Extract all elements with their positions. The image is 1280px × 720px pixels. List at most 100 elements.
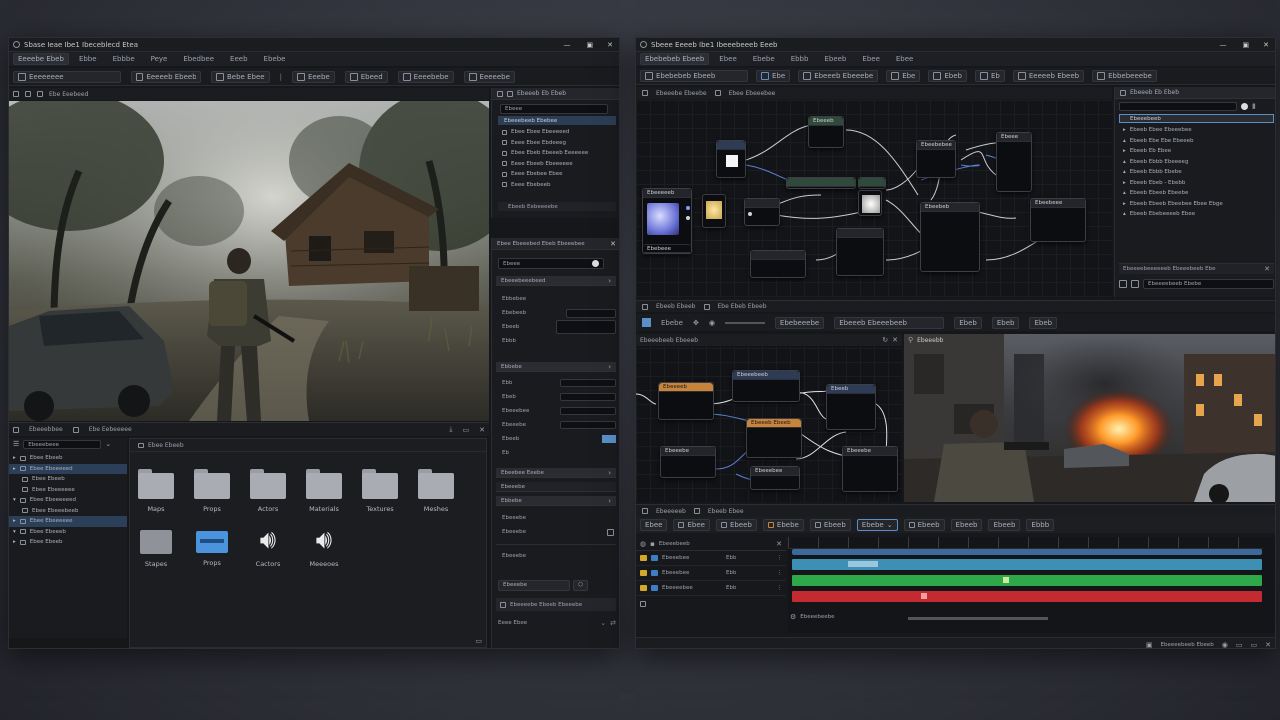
tree-folder[interactable]: ▾ Ebee Ebeeeb: [9, 527, 127, 538]
add-node[interactable]: Ebeebebee: [916, 140, 956, 178]
perspective-icon[interactable]: [25, 91, 31, 97]
asset-path-label[interactable]: Ebee Ebeeb: [148, 442, 184, 449]
seq-tool[interactable]: Ebeeb: [715, 519, 757, 531]
details-settings-icon[interactable]: [592, 260, 599, 267]
menu-item-0[interactable]: Eeeebe Ebeb: [13, 53, 69, 65]
zoom-icon[interactable]: ◉: [709, 319, 715, 327]
close-icon[interactable]: ✕: [1264, 265, 1270, 273]
asset-tile[interactable]: Props: [194, 469, 230, 513]
track-bar-red[interactable]: [792, 591, 1262, 602]
menu-item-2[interactable]: Ebebe: [747, 55, 781, 63]
tree-folder[interactable]: ▸ Ebee Ebeeb: [9, 453, 127, 464]
details-close-icon[interactable]: ✕: [610, 240, 616, 248]
minimize-icon[interactable]: —: [1214, 41, 1233, 49]
track-row[interactable]: Ebeeebee Ebb ⋮: [636, 566, 786, 581]
toolbar-button-3[interactable]: Eeebe: [291, 70, 335, 83]
tree-folder[interactable]: ▸ Ebee Ebeeeeed: [9, 463, 127, 474]
menu-item-2[interactable]: Ebbbe: [107, 55, 141, 63]
track-row[interactable]: Ebeeebee Ebb ⋮: [636, 551, 786, 566]
menu-item-4[interactable]: Ebeeb: [818, 55, 852, 63]
material-graph-canvas[interactable]: Ebeeeeeb Ebebeee Ebeeeb Ebeebebee Ebeee …: [636, 100, 1112, 298]
color-swatch[interactable]: [602, 435, 616, 443]
tree-folder[interactable]: Ebee Ebeeb: [9, 474, 127, 485]
lock-icon[interactable]: [500, 601, 506, 608]
toolbar-button-1[interactable]: Eeeeeb Ebeebd: [131, 70, 201, 83]
outliner-item[interactable]: Eeee Ebee Ebdeeeg: [498, 138, 616, 149]
graph-tab[interactable]: Ebeeebe Ebeebe: [656, 90, 707, 97]
outliner-search-input[interactable]: Ebeee: [500, 104, 608, 114]
seq-tool[interactable]: Ebeeb: [903, 519, 945, 531]
details-browse-button[interactable]: ⬡: [573, 579, 588, 591]
checkbox-icon[interactable]: [1119, 279, 1127, 288]
fresnel-node[interactable]: Ebeebeee: [1030, 198, 1086, 242]
second-toolbar-button[interactable]: Ebebeeebe: [774, 316, 825, 329]
details-field-button[interactable]: Ebeeebe: [498, 579, 570, 591]
asset-tile[interactable]: 🔊︎ Cactors: [250, 527, 286, 569]
close-icon[interactable]: ✕: [1259, 41, 1273, 49]
add-folder-icon[interactable]: ☰: [13, 440, 19, 448]
property-field[interactable]: [560, 393, 616, 401]
tree-folder[interactable]: ▾ Ebee Ebeeeeeed: [9, 495, 127, 506]
second-toolbar-label[interactable]: Ebebe: [661, 319, 683, 327]
chevron-down-icon[interactable]: ⌄: [105, 440, 111, 448]
details-search-input[interactable]: Ebeee: [498, 258, 604, 269]
maximize-icon[interactable]: ▣: [581, 41, 600, 49]
tree-folder[interactable]: ▸ Ebee Ebeeeeee: [9, 516, 127, 527]
dock-icon[interactable]: ▭: [463, 426, 470, 434]
tree-folder[interactable]: Ebee Ebeeebeeb: [9, 506, 127, 517]
graph-tab[interactable]: Ebee Ebeeebee: [729, 90, 776, 97]
spawn-node[interactable]: Ebeeebe: [842, 446, 898, 492]
lit-icon[interactable]: [37, 91, 43, 97]
hierarchy-item[interactable]: ▸ Ebeeb Eb Ebee: [1119, 146, 1274, 157]
tree-folder[interactable]: Ebee Ebeeeeee: [9, 485, 127, 496]
output-icon[interactable]: ▣: [1146, 641, 1153, 649]
outliner-item[interactable]: Eeee Ebeeb Ebeeeeee: [498, 159, 616, 170]
hierarchy-search-input[interactable]: [1119, 101, 1237, 111]
window-icon[interactable]: ▭: [1236, 641, 1243, 649]
sequencer-tab[interactable]: Ebeeeeeb: [656, 508, 686, 515]
sequencer-tab[interactable]: Ebeeb Ebee: [708, 508, 744, 515]
source-icon[interactable]: ◉: [1222, 641, 1228, 649]
view-options-icon[interactable]: ▭: [475, 637, 482, 645]
second-toolbar-button[interactable]: Ebeb: [954, 316, 982, 329]
close-icon[interactable]: ✕: [776, 540, 782, 548]
blueprint-graph-canvas[interactable]: Ebeeebeeb Ebeeeb ↻ ✕ Ebeeeeb Ebeeebeeb E…: [636, 334, 902, 502]
details-section-1[interactable]: Ebbebe ›: [496, 362, 616, 372]
output-log-tab[interactable]: Ebe Eebeeeee: [89, 426, 132, 433]
asset-tile[interactable]: Actors: [250, 469, 286, 513]
scalar-node[interactable]: [836, 228, 884, 276]
keyframe-marker[interactable]: [921, 593, 927, 599]
param-node[interactable]: [702, 194, 726, 228]
outliner-item[interactable]: Eeee Ebebeeb: [498, 180, 616, 191]
seq-tool[interactable]: Ebeeb: [809, 519, 851, 531]
toolbar-button-4[interactable]: Ebeb: [928, 70, 967, 82]
asset-tile[interactable]: Meshes: [418, 469, 454, 513]
toolbar-button-2[interactable]: Bebe Ebee: [211, 70, 270, 83]
print-node[interactable]: Ebeeebee: [750, 466, 800, 490]
level-viewport[interactable]: [9, 101, 489, 421]
close-icon[interactable]: ✕: [603, 41, 617, 49]
viewport-menu-icon[interactable]: [13, 91, 19, 97]
more-icon[interactable]: ▮: [1252, 102, 1256, 110]
hierarchy-item[interactable]: ▸ Ebeeb Ebeeb Ebeebee Ebee Ebge: [1119, 199, 1274, 210]
second-toolbar-button[interactable]: Ebeb: [991, 316, 1020, 329]
toolbar-button-1[interactable]: Ebe: [756, 70, 791, 82]
function-node[interactable]: Ebeeebeeb: [732, 370, 800, 402]
texcoord-node[interactable]: [786, 177, 856, 189]
asset-tile[interactable]: Props: [194, 527, 230, 568]
hierarchy-item[interactable]: ▴ Ebeeb Ebbb Ebeeeeg: [1119, 157, 1274, 168]
checkbox-icon[interactable]: [1131, 279, 1139, 288]
toolbar-button-2[interactable]: Ebeeeb Ebeeebe: [798, 70, 879, 82]
vector-node[interactable]: [750, 250, 806, 278]
game-preview-viewport[interactable]: ⚲ Ebeeebb: [904, 334, 1275, 502]
pan-icon[interactable]: ✥: [693, 319, 699, 327]
asset-tile[interactable]: Maps: [138, 469, 174, 513]
menu-item-6[interactable]: Ebee: [890, 55, 919, 63]
add-track-icon[interactable]: ◍: [640, 540, 646, 548]
keyframe-marker[interactable]: [1003, 577, 1009, 583]
input-pin[interactable]: [748, 212, 752, 216]
lock-icon[interactable]: ▪: [650, 540, 655, 548]
keyframe-nav-icon[interactable]: ⋮: [777, 570, 783, 576]
asset-tile[interactable]: Stapes: [138, 527, 174, 568]
asset-tile[interactable]: 🔊︎ Meeeoes: [306, 527, 342, 569]
